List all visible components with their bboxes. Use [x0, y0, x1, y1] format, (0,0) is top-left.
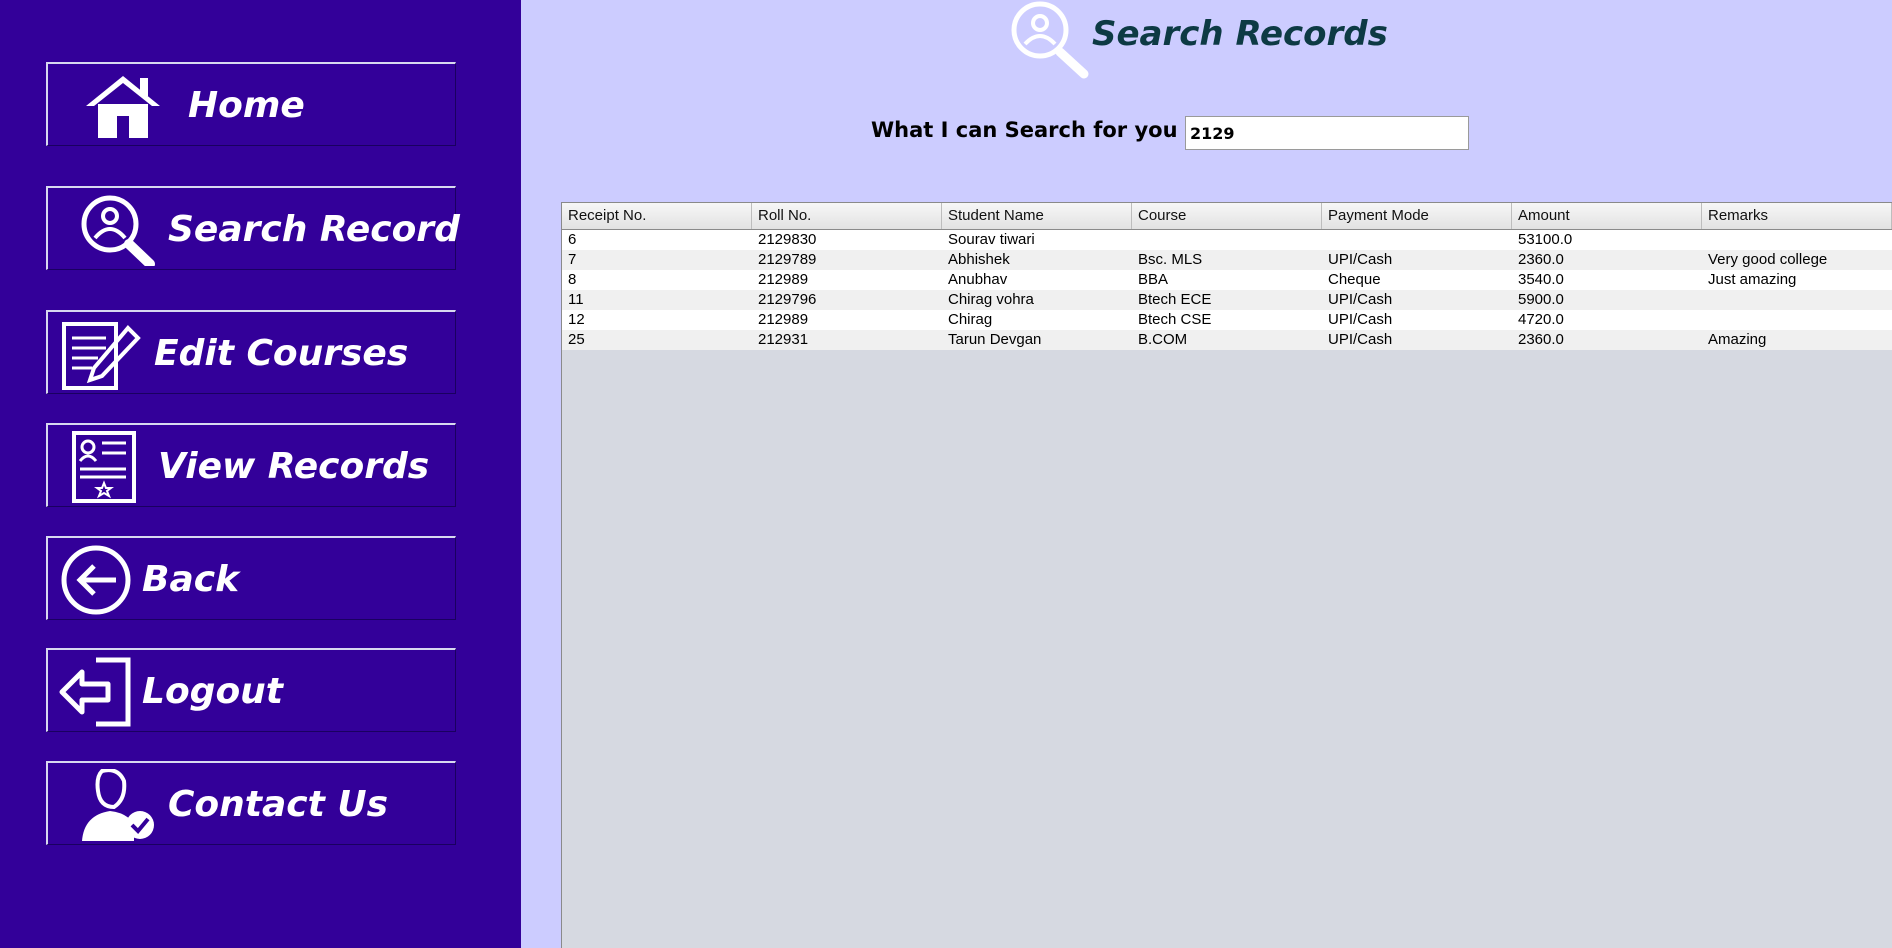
column-header[interactable]: Remarks — [1702, 203, 1892, 229]
table-cell — [1702, 290, 1892, 310]
table-row[interactable]: 6 2129830 Sourav tiwari 53100.0 — [562, 230, 1892, 250]
table-cell: 3540.0 — [1518, 271, 1564, 288]
table-cell: Btech ECE — [1138, 291, 1212, 308]
table-cell: Btech CSE — [1138, 311, 1212, 328]
table-cell — [1322, 230, 1512, 250]
view-records-button[interactable]: View Records — [46, 423, 456, 507]
table-cell: Anubhav — [948, 271, 1008, 288]
table-cell: 4720.0 — [1518, 311, 1564, 328]
arrow-left-circle-icon — [56, 544, 146, 616]
table-cell: 25 — [568, 331, 585, 348]
table-cell: 2129830 — [758, 231, 817, 248]
logout-icon — [56, 656, 146, 728]
table-cell: Very good college — [1708, 251, 1828, 268]
table-cell: Cheque — [1328, 271, 1381, 288]
table-cell: Bsc. MLS — [1138, 251, 1203, 268]
table-cell: 2360.0 — [1518, 331, 1564, 348]
table-cell: 212931 — [758, 331, 809, 348]
table-cell: 12 — [568, 311, 585, 328]
user-check-icon — [78, 769, 168, 841]
column-header[interactable]: Payment Mode — [1322, 203, 1512, 229]
logout-button[interactable]: Logout — [46, 648, 456, 732]
table-cell: UPI/Cash — [1328, 331, 1393, 348]
home-icon — [78, 70, 168, 142]
table-cell: 11 — [568, 291, 584, 308]
table-cell — [1132, 230, 1322, 250]
contact-us-button[interactable]: Contact Us — [46, 761, 456, 845]
edit-courses-button[interactable]: Edit Courses — [46, 310, 456, 394]
table-cell: Chirag — [948, 311, 993, 328]
home-button[interactable]: Home — [46, 62, 456, 146]
table-cell: Amazing — [1708, 331, 1767, 348]
edit-courses-label: Edit Courses — [154, 333, 409, 374]
table-cell: 5900.0 — [1518, 291, 1564, 308]
table-cell: Chirag vohra — [948, 291, 1034, 308]
table-cell: 7 — [568, 251, 577, 268]
table-cell: Sourav tiwari — [948, 231, 1035, 248]
table-header: Receipt No. Roll No. Student Name Course… — [562, 203, 1892, 230]
column-header[interactable]: Roll No. — [752, 203, 942, 229]
column-header[interactable]: Receipt No. — [562, 203, 752, 229]
table-cell: 2360.0 — [1518, 251, 1564, 268]
logout-label: Logout — [142, 671, 284, 712]
home-label: Home — [188, 85, 305, 126]
table-cell — [1702, 230, 1892, 250]
search-user-icon — [1006, 0, 1092, 80]
table-cell: 53100.0 — [1518, 231, 1573, 248]
table-cell: Tarun Devgan — [948, 331, 1042, 348]
table-cell: B.COM — [1138, 331, 1188, 348]
table-cell: 2129789 — [758, 251, 817, 268]
table-cell: UPI/Cash — [1328, 311, 1393, 328]
search-input[interactable] — [1185, 116, 1469, 150]
table-cell — [1702, 310, 1892, 330]
table-row[interactable]: 8 212989 Anubhav BBA Cheque 3540.0 Just … — [562, 270, 1892, 290]
back-button[interactable]: Back — [46, 536, 456, 620]
column-header[interactable]: Amount — [1512, 203, 1702, 229]
table-row[interactable]: 7 2129789 Abhishek Bsc. MLS UPI/Cash 236… — [562, 250, 1892, 270]
search-record-label: Search Record — [168, 209, 460, 250]
table-cell: Just amazing — [1708, 271, 1797, 288]
column-header[interactable]: Course — [1132, 203, 1322, 229]
view-records-label: View Records — [158, 446, 430, 487]
table-row[interactable]: 12 212989 Chirag Btech CSE UPI/Cash 4720… — [562, 310, 1892, 330]
table-cell: UPI/Cash — [1328, 291, 1393, 308]
search-record-button[interactable]: Search Record — [46, 186, 460, 270]
page-title: Search Records — [1092, 14, 1388, 54]
table-cell: UPI/Cash — [1328, 251, 1393, 268]
table-cell: Abhishek — [948, 251, 1010, 268]
main-panel: Search Records What I can Search for you… — [521, 0, 1892, 948]
table-cell: 212989 — [758, 271, 809, 288]
table-cell: 8 — [568, 271, 577, 288]
table-cell: 6 — [568, 231, 577, 248]
table-row[interactable]: 11 2129796 Chirag vohra Btech ECE UPI/Ca… — [562, 290, 1892, 310]
table-cell: 2129796 — [758, 291, 817, 308]
edit-document-icon — [58, 318, 148, 390]
contact-us-label: Contact Us — [168, 784, 389, 825]
search-label: What I can Search for you : — [871, 118, 1194, 142]
table-row[interactable]: 25 212931 Tarun Devgan B.COM UPI/Cash 23… — [562, 330, 1892, 350]
table-cell: 212989 — [758, 311, 809, 328]
column-header[interactable]: Student Name — [942, 203, 1132, 229]
table-cell: BBA — [1138, 271, 1169, 288]
sidebar: Home Search Record Edit Courses View Rec… — [0, 0, 521, 948]
back-label: Back — [142, 559, 240, 600]
search-user-icon — [78, 194, 168, 266]
records-table[interactable]: Receipt No. Roll No. Student Name Course… — [561, 202, 1892, 948]
id-card-icon — [68, 431, 158, 503]
